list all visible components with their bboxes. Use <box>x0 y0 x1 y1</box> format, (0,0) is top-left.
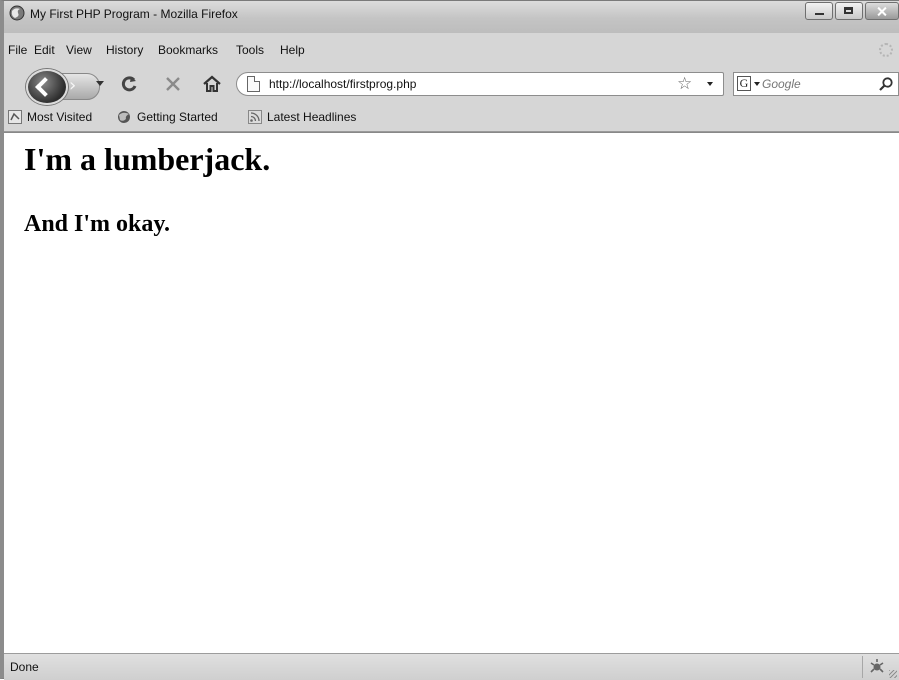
minimize-button[interactable] <box>805 2 833 20</box>
throbber-icon <box>879 43 893 57</box>
reload-icon[interactable] <box>120 75 138 93</box>
browser-window: My First PHP Program - Mozilla Firefox F… <box>0 0 899 680</box>
resize-grip[interactable] <box>889 670 897 678</box>
url-dropdown-icon[interactable] <box>707 82 713 86</box>
page-content: I'm a lumberjack. And I'm okay. <box>4 132 899 653</box>
maximize-button[interactable] <box>835 2 863 20</box>
menu-bookmarks[interactable]: Bookmarks <box>158 43 218 57</box>
status-divider <box>862 656 863 678</box>
history-dropdown-icon[interactable] <box>96 81 104 86</box>
home-icon[interactable] <box>202 74 222 94</box>
close-button[interactable] <box>865 2 899 20</box>
page-heading-2: And I'm okay. <box>24 211 171 237</box>
bookmark-label: Most Visited <box>27 110 93 124</box>
bookmark-most-visited[interactable]: Most Visited <box>8 110 92 124</box>
window-controls <box>803 2 899 22</box>
menu-view[interactable]: View <box>66 43 92 57</box>
status-text: Done <box>10 660 39 674</box>
magnifier-icon[interactable] <box>878 76 894 92</box>
search-bar[interactable]: G <box>733 72 899 96</box>
getting-started-icon <box>118 111 130 123</box>
firefox-icon <box>9 5 25 21</box>
search-input[interactable] <box>762 74 862 94</box>
menu-bar: File Edit View History Bookmarks Tools H… <box>4 41 899 61</box>
menu-edit[interactable]: Edit <box>34 43 55 57</box>
stop-icon[interactable] <box>164 75 182 93</box>
menu-file[interactable]: File <box>8 43 27 57</box>
rss-icon <box>248 110 262 124</box>
back-button[interactable] <box>26 69 68 105</box>
google-icon[interactable]: G <box>737 76 751 91</box>
window-title: My First PHP Program - Mozilla Firefox <box>30 7 238 21</box>
bookmark-label: Getting Started <box>137 110 218 124</box>
page-heading-1: I'm a lumberjack. <box>24 141 271 177</box>
engine-dropdown-icon[interactable] <box>754 82 760 86</box>
title-bar: My First PHP Program - Mozilla Firefox <box>4 1 899 33</box>
addon-icon[interactable] <box>869 658 885 674</box>
bookmarks-toolbar: Most Visited Getting Started Latest Head… <box>4 105 899 132</box>
star-icon[interactable]: ☆ <box>677 74 692 94</box>
url-text[interactable]: http://localhost/firstprog.php <box>269 77 416 91</box>
menu-help[interactable]: Help <box>280 43 305 57</box>
navigation-toolbar: http://localhost/firstprog.php ☆ G <box>4 63 899 105</box>
bookmark-getting-started[interactable]: Getting Started <box>116 110 218 124</box>
page-icon <box>247 76 260 92</box>
url-bar[interactable]: http://localhost/firstprog.php ☆ <box>236 72 724 96</box>
most-visited-icon <box>8 110 22 124</box>
bookmark-label: Latest Headlines <box>267 110 357 124</box>
menu-tools[interactable]: Tools <box>236 43 264 57</box>
status-bar: Done <box>4 653 899 680</box>
menu-history[interactable]: History <box>106 43 143 57</box>
bookmark-latest-headlines[interactable]: Latest Headlines <box>248 110 356 124</box>
